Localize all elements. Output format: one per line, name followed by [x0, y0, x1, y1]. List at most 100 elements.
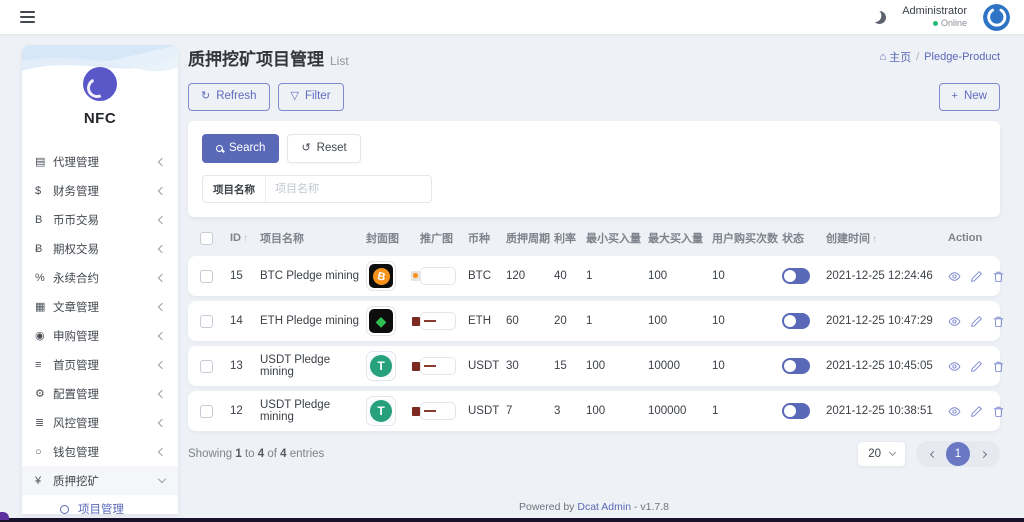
edit-icon[interactable] — [970, 270, 983, 283]
chevron-left-icon — [157, 273, 167, 282]
sidebar-item-finance-management[interactable]: $ 财务管理 — [22, 176, 178, 205]
view-icon[interactable] — [948, 270, 961, 283]
cell-buy-times: 1 — [712, 405, 719, 417]
delete-icon[interactable] — [992, 405, 1005, 418]
sidebar-menu: ▤ 代理管理 $ 财务管理 B 币币交易 Ƀ 期权交易 % 永续合约 ▦ 文章管… — [22, 147, 178, 514]
version-label: v1.7.8 — [640, 501, 670, 513]
view-icon[interactable] — [948, 360, 961, 373]
project-name-input[interactable] — [266, 176, 431, 202]
sidebar-item-pledge-mining[interactable]: ¥ 质押挖矿 — [22, 466, 178, 495]
status-toggle[interactable] — [782, 313, 810, 329]
view-icon[interactable] — [948, 405, 961, 418]
cell-name: USDT Pledge mining — [260, 354, 331, 378]
next-page-button[interactable] — [972, 443, 994, 465]
select-all-checkbox[interactable] — [200, 231, 213, 245]
status-toggle[interactable] — [782, 268, 810, 284]
breadcrumb: ⌂ 主页 / Pledge-Product — [879, 49, 1000, 65]
refresh-button[interactable]: ↻ Refresh — [188, 83, 270, 111]
view-icon[interactable] — [948, 315, 961, 328]
breadcrumb-home[interactable]: ⌂ 主页 — [879, 49, 911, 65]
new-button[interactable]: + New — [938, 83, 1000, 111]
chevron-left-icon — [157, 157, 167, 166]
refresh-icon: ↻ — [201, 90, 211, 103]
plus-icon: + — [951, 90, 958, 103]
row-checkbox[interactable] — [200, 314, 213, 328]
col-created[interactable]: 创建时间 ↑ — [826, 230, 948, 246]
sidebar-item-options-trading[interactable]: Ƀ 期权交易 — [22, 234, 178, 263]
cell-rate: 20 — [554, 315, 567, 327]
sidebar-item-subscription-management[interactable]: ◉ 申购管理 — [22, 321, 178, 350]
col-promo: 推广图 — [420, 233, 453, 245]
col-rate: 利率 — [554, 233, 576, 245]
row-checkbox[interactable] — [200, 404, 213, 418]
sidebar-item-risk-management[interactable]: ≣ 风控管理 — [22, 408, 178, 437]
user-avatar[interactable] — [983, 3, 1010, 31]
cell-min-buy: 100 — [586, 405, 606, 417]
cell-buy-times: 10 — [712, 270, 725, 282]
col-buy-times: 用户购买次数 — [712, 233, 778, 245]
promo-image[interactable] — [420, 267, 456, 285]
promo-image[interactable] — [420, 402, 456, 420]
list-icon: ≣ — [35, 417, 45, 429]
entries-summary: Showing 1 to 4 of 4 entries — [188, 448, 325, 460]
sidebar-item-perpetual-contract[interactable]: % 永续合约 — [22, 263, 178, 292]
cover-image[interactable]: ◆ — [366, 306, 396, 336]
cover-image[interactable]: B — [366, 261, 396, 291]
sidebar-item-wallet-management[interactable]: ○ 钱包管理 — [22, 437, 178, 466]
circle-icon: ○ — [35, 445, 42, 458]
cover-image[interactable]: T — [366, 351, 396, 381]
edit-icon[interactable] — [970, 360, 983, 373]
row-checkbox[interactable] — [200, 359, 213, 373]
edit-icon[interactable] — [970, 405, 983, 418]
sidebar-item-article-management[interactable]: ▦ 文章管理 — [22, 292, 178, 321]
dark-mode-icon[interactable] — [872, 9, 888, 25]
cell-coin: USDT — [468, 405, 500, 417]
row-checkbox[interactable] — [200, 269, 213, 283]
sidebar-item-homepage-management[interactable]: ≡ 首页管理 — [22, 350, 178, 379]
page-title-block: 质押挖矿项目管理 List — [188, 45, 349, 70]
per-page-select[interactable]: 20 — [857, 441, 906, 467]
status-toggle[interactable] — [782, 403, 810, 419]
chevron-left-icon — [157, 447, 167, 456]
cell-created: 2021-12-25 10:45:05 — [826, 360, 933, 372]
col-cover: 封面图 — [366, 233, 399, 245]
dollar-icon: $ — [35, 184, 42, 197]
cell-created: 2021-12-25 10:47:29 — [826, 315, 933, 327]
search-button[interactable]: Search — [202, 133, 280, 163]
sidebar-item-spot-trading[interactable]: B 币币交易 — [22, 205, 178, 234]
dcat-admin-link[interactable]: Dcat Admin — [577, 501, 631, 513]
chevron-left-icon — [157, 418, 167, 427]
sidebar-item-project-management[interactable]: 项目管理 — [22, 495, 178, 514]
grid-toolbar: ↻ Refresh ▽ Filter + New — [188, 83, 1000, 111]
promo-image[interactable] — [420, 312, 456, 330]
cell-rate: 15 — [554, 360, 567, 372]
chevron-left-icon — [157, 244, 167, 253]
filter-button[interactable]: ▽ Filter — [277, 83, 344, 111]
chevron-down-icon — [888, 448, 897, 457]
delete-icon[interactable] — [992, 270, 1005, 283]
cover-image[interactable]: T — [366, 396, 396, 426]
delete-icon[interactable] — [992, 360, 1005, 373]
promo-image[interactable] — [420, 357, 456, 375]
cell-min-buy: 100 — [586, 360, 606, 372]
cell-max-buy: 10000 — [648, 360, 680, 372]
current-page-button[interactable]: 1 — [946, 442, 970, 466]
sidebar-item-agent-management[interactable]: ▤ 代理管理 — [22, 147, 178, 176]
pagination-bar: Showing 1 to 4 of 4 entries 20 1 — [188, 441, 1000, 467]
prev-page-button[interactable] — [922, 443, 944, 465]
main-content: 质押挖矿项目管理 List ⌂ 主页 / Pledge-Product ↻ Refr… — [188, 45, 1004, 467]
user-info[interactable]: Administrator Online — [902, 5, 967, 30]
col-id[interactable]: ID ↑ — [230, 232, 260, 244]
sidebar-toggle-icon[interactable] — [20, 8, 36, 26]
footer: Powered by Dcat Admin - v1.7.8 — [518, 501, 670, 513]
edit-icon[interactable] — [970, 315, 983, 328]
status-toggle[interactable] — [782, 358, 810, 374]
cell-max-buy: 100 — [648, 315, 668, 327]
col-min-buy: 最小买入量 — [586, 233, 641, 245]
sidebar-item-config-management[interactable]: ⚙ 配置管理 — [22, 379, 178, 408]
delete-icon[interactable] — [992, 315, 1005, 328]
reset-button[interactable]: ↺ Reset — [287, 133, 361, 163]
col-name: 项目名称 — [260, 233, 304, 245]
page-title: 质押挖矿项目管理 — [188, 50, 324, 69]
breadcrumb-current[interactable]: Pledge-Product — [924, 51, 1000, 63]
